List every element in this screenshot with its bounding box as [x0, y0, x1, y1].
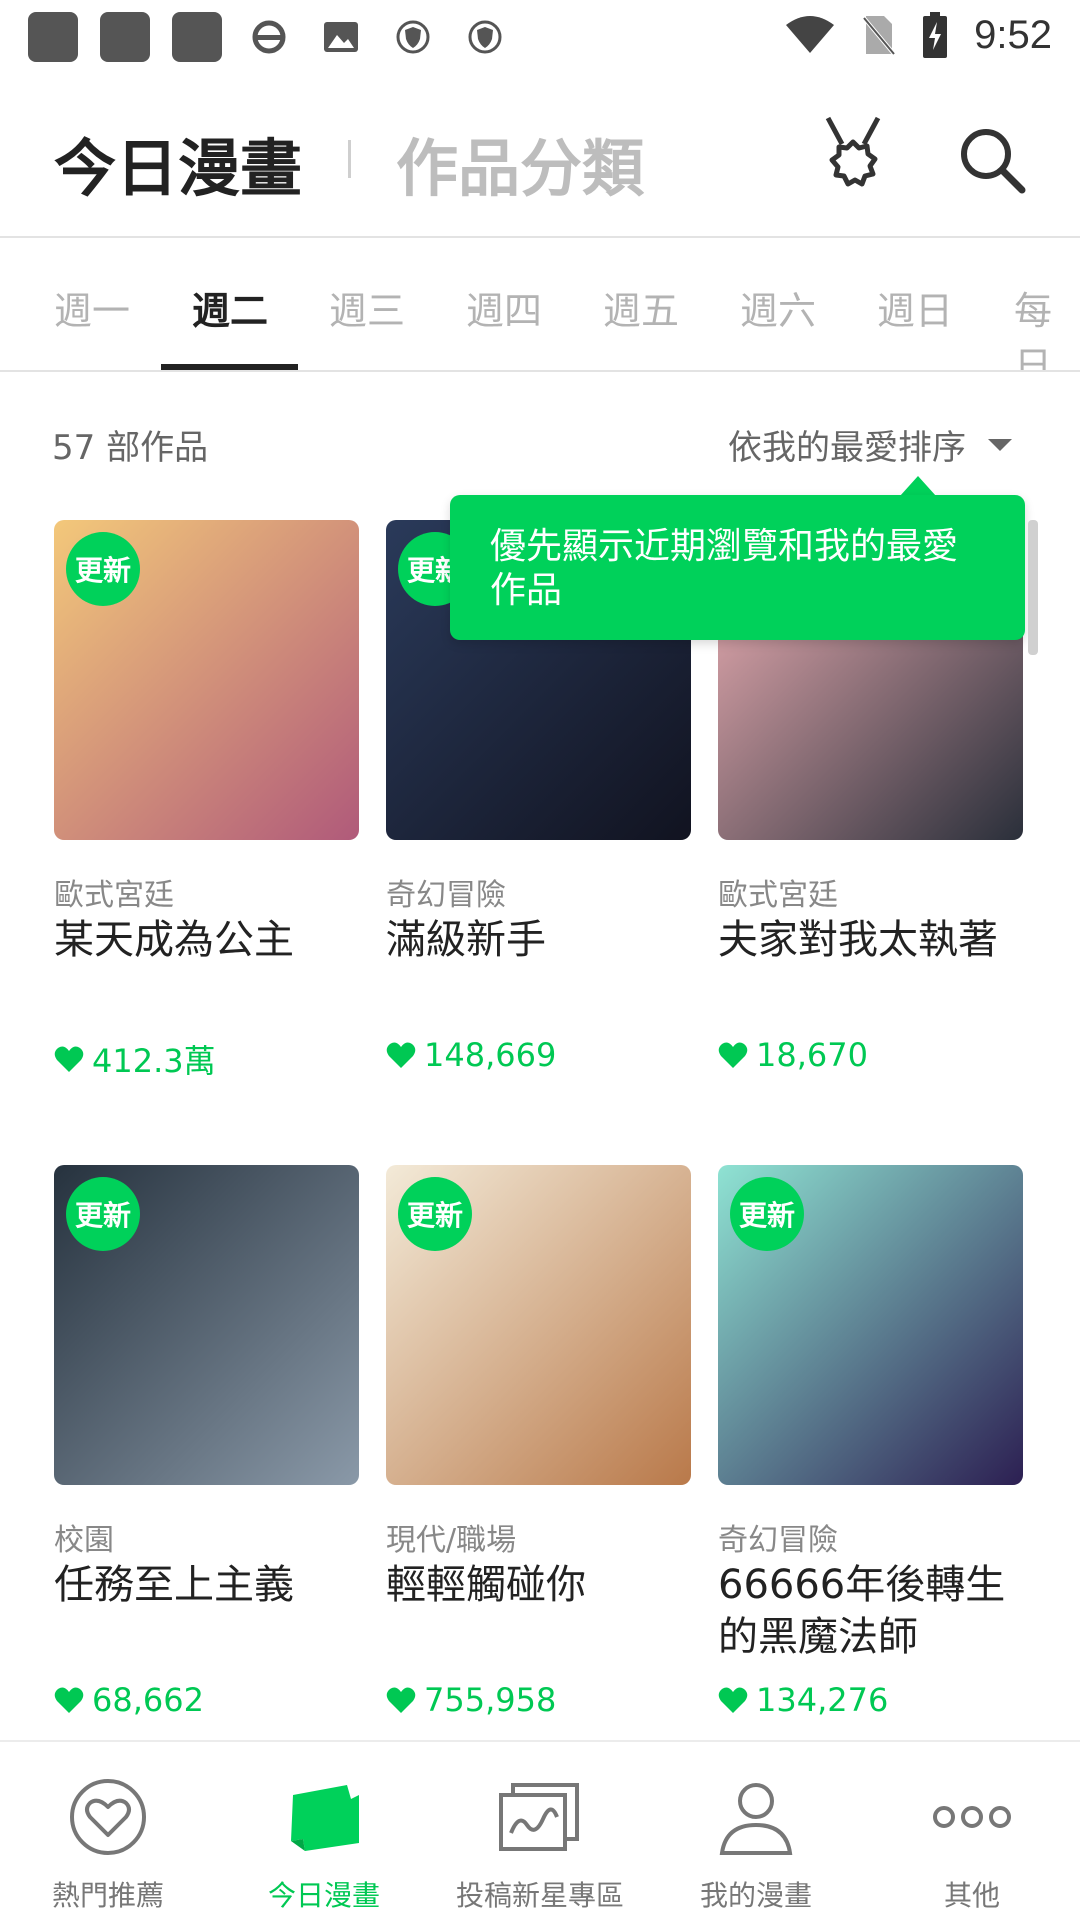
nav-label: 其他: [943, 1879, 1000, 1912]
day-tab-sat[interactable]: 週六: [740, 280, 816, 335]
medal-icon: [825, 116, 881, 187]
comic-title: 66666年後轉生的黑魔法師: [718, 1562, 1006, 1660]
nav-canvas[interactable]: 投稿新星專區: [432, 1772, 648, 1914]
comic-thumbnail[interactable]: 更新: [54, 520, 359, 840]
tooltip-text: 優先顯示近期瀏覽和我的最愛作品: [490, 526, 959, 611]
nav-label: 我的漫畫: [699, 1879, 812, 1912]
battery-charging-icon: [923, 12, 948, 58]
work-count: 57 部作品: [52, 428, 209, 468]
comic-title: 輕輕觸碰你: [386, 1562, 586, 1608]
update-badge: 更新: [398, 1177, 472, 1251]
likes-count: 755,958: [424, 1681, 557, 1719]
browser-icon: [244, 12, 294, 62]
heart-icon: [54, 1046, 84, 1072]
no-sim-icon: [862, 16, 896, 56]
notification-app-icon: [172, 12, 222, 62]
day-tab-sun[interactable]: 週日: [877, 280, 953, 335]
comic-likes: 68,662: [54, 1681, 204, 1719]
likes-count: 68,662: [92, 1681, 204, 1719]
update-badge: 更新: [730, 1177, 804, 1251]
comic-genre: 奇幻冒險: [718, 1523, 838, 1558]
comic-thumbnail[interactable]: 更新: [386, 1165, 691, 1485]
tooltip-pointer: [900, 476, 936, 496]
header-divider: [348, 140, 351, 178]
comic-likes: 755,958: [386, 1681, 556, 1719]
comic-likes: 412.3萬: [54, 1036, 216, 1082]
day-tab-daily[interactable]: 每日: [1014, 280, 1080, 370]
day-tab-wed[interactable]: 週三: [329, 280, 405, 335]
comic-genre: 現代/職場: [386, 1523, 517, 1558]
nav-label: 熱門推薦: [51, 1879, 164, 1912]
scroll-indicator: [1028, 520, 1038, 655]
heart-icon: [718, 1042, 748, 1068]
likes-count: 18,670: [756, 1036, 868, 1074]
update-badge: 更新: [66, 532, 140, 606]
notification-app-icon: [28, 12, 78, 62]
comic-genre: 校園: [54, 1523, 114, 1558]
likes-count: 148,669: [424, 1036, 557, 1074]
sort-dropdown[interactable]: 依我的最愛排序: [728, 420, 1012, 469]
search-button[interactable]: [956, 124, 1028, 196]
nav-today[interactable]: 今日漫畫: [216, 1772, 432, 1914]
comic-thumbnail[interactable]: 更新: [718, 1165, 1023, 1485]
shield-icon: [460, 12, 510, 62]
heart-icon: [386, 1687, 416, 1713]
heart-icon: [718, 1687, 748, 1713]
heart-icon: [63, 1772, 153, 1862]
sort-label: 依我的最愛排序: [728, 428, 966, 468]
medal-button[interactable]: [818, 114, 888, 200]
wifi-icon: [786, 16, 835, 53]
clock: 9:52: [974, 12, 1052, 57]
nav-more[interactable]: 其他: [864, 1772, 1080, 1914]
today-comics-icon: [279, 1772, 369, 1862]
day-tab-tue[interactable]: 週二: [192, 280, 268, 335]
tab-genres[interactable]: 作品分類: [396, 118, 644, 208]
caret-down-icon: [988, 438, 1012, 451]
day-tab-fri[interactable]: 週五: [603, 280, 679, 335]
search-icon: [961, 129, 1026, 194]
notification-icons: [28, 12, 510, 62]
comic-likes: 18,670: [718, 1036, 868, 1074]
comic-thumbnail[interactable]: 更新: [54, 1165, 359, 1485]
comic-title: 滿級新手: [386, 917, 546, 963]
tab-today-comics[interactable]: 今日漫畫: [54, 118, 302, 208]
day-tabs: 週一 週二 週三 週四 週五 週六 週日 每日: [0, 240, 1080, 372]
heart-icon: [54, 1687, 84, 1713]
nav-hot[interactable]: 熱門推薦: [0, 1772, 216, 1914]
status-bar: 9:52: [0, 0, 1080, 74]
bottom-navigation: 熱門推薦 今日漫畫 投稿新星專區 我的漫畫 其他: [0, 1740, 1080, 1920]
sort-tooltip[interactable]: 優先顯示近期瀏覽和我的最愛作品: [450, 495, 1025, 640]
notification-app-icon: [100, 12, 150, 62]
comic-genre: 歐式宮廷: [54, 878, 174, 913]
day-tab-thu[interactable]: 週四: [466, 280, 542, 335]
comic-title: 任務至上主義: [54, 1562, 294, 1608]
nav-label: 投稿新星專區: [455, 1879, 624, 1912]
heart-icon: [386, 1042, 416, 1068]
comic-title: 夫家對我太執著: [718, 917, 998, 963]
person-icon: [711, 1772, 801, 1862]
comic-likes: 148,669: [386, 1036, 556, 1074]
shield-icon: [388, 12, 438, 62]
system-icons: 9:52: [784, 12, 1052, 58]
comic-likes: 134,276: [718, 1681, 888, 1719]
app-header: 今日漫畫 作品分類: [0, 74, 1080, 238]
update-badge: 更新: [66, 1177, 140, 1251]
likes-count: 134,276: [756, 1681, 889, 1719]
likes-count: 412.3萬: [92, 1042, 216, 1080]
day-tab-mon[interactable]: 週一: [54, 280, 130, 335]
image-icon: [316, 12, 366, 62]
more-icon: [927, 1772, 1017, 1862]
nav-label: 今日漫畫: [267, 1879, 380, 1912]
comic-genre: 奇幻冒險: [386, 878, 506, 913]
nav-my-comics[interactable]: 我的漫畫: [648, 1772, 864, 1914]
comic-title: 某天成為公主: [54, 917, 294, 963]
comic-genre: 歐式宮廷: [718, 878, 838, 913]
canvas-icon: [495, 1772, 585, 1862]
active-tab-indicator: [161, 364, 298, 370]
